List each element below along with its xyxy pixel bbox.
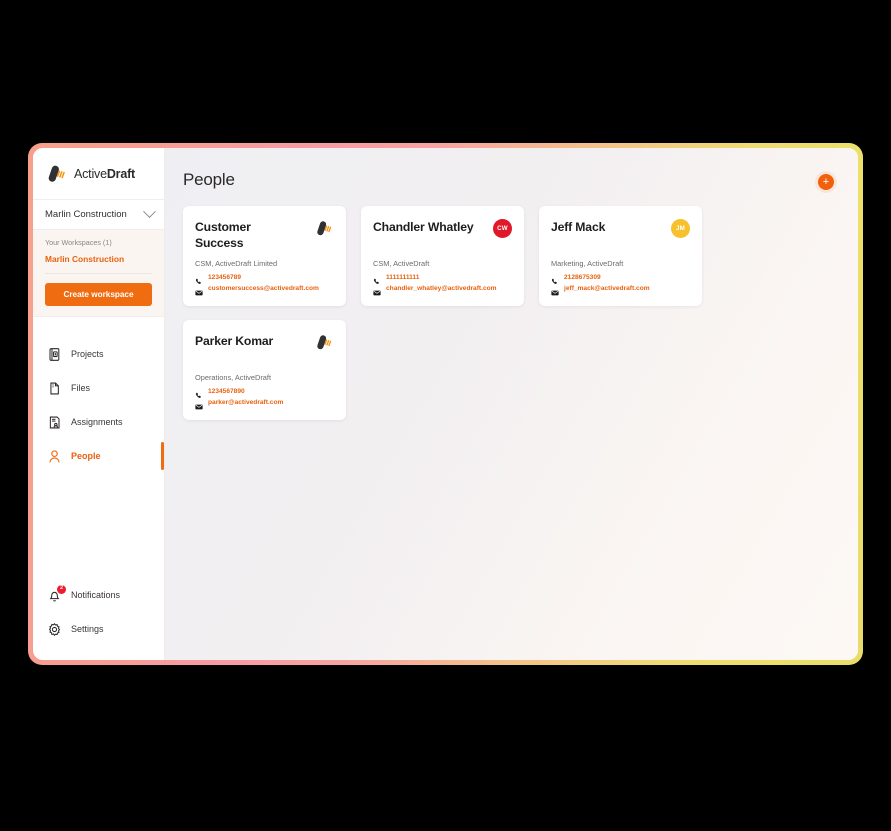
logo-text-bold: Draft (106, 166, 136, 181)
envelope-icon (551, 284, 559, 296)
person-phone-row[interactable]: 1111111111 (373, 273, 512, 284)
person-role: CSM, ActiveDraft Limited (195, 259, 278, 268)
bell-icon: 2 (47, 584, 66, 603)
workspace-selector-value: Marlin Construction (45, 209, 127, 220)
person-email-row[interactable]: customersuccess@activedraft.com (195, 284, 334, 296)
person-email-row[interactable]: parker@activedraft.com (195, 398, 334, 410)
sidebar-item-label: Projects (71, 349, 104, 359)
gear-icon (47, 622, 62, 637)
person-email-row[interactable]: chandler_whatley@activedraft.com (373, 284, 512, 296)
person-role: CSM, ActiveDraft (373, 259, 430, 268)
sidebar: ActiveDraft Marlin Construction Your Wor… (33, 148, 165, 660)
person-name: Customer Success (195, 220, 251, 251)
person-card-header: Customer Success (195, 219, 334, 252)
person-email: jeff_mack@activedraft.com (564, 284, 650, 292)
sidebar-item-people[interactable]: People (33, 439, 164, 473)
avatar-initials-text: CW (497, 225, 508, 232)
sidebar-item-label: Notifications (71, 590, 121, 600)
chevron-down-icon (143, 205, 156, 219)
projects-icon (47, 347, 62, 362)
person-role: Marketing, ActiveDraft (551, 259, 624, 268)
person-name: Jeff Mack (551, 220, 606, 234)
notifications-badge: 2 (57, 584, 66, 594)
page-title: People (183, 170, 235, 189)
phone-icon (195, 273, 203, 284)
sidebar-bottom-nav: 2 Notifications Settings (33, 578, 164, 660)
add-person-button[interactable]: + (818, 174, 834, 190)
divider (45, 273, 152, 274)
assignments-icon (47, 415, 62, 430)
avatar-initials-text: JM (676, 225, 685, 232)
envelope-icon (373, 284, 381, 296)
app-window: ActiveDraft Marlin Construction Your Wor… (33, 148, 858, 660)
files-icon (47, 381, 62, 396)
person-card-header: Parker Komar (195, 333, 334, 366)
envelope-icon (195, 284, 203, 296)
sidebar-item-notifications[interactable]: 2 Notifications (33, 578, 164, 612)
envelope-icon (195, 398, 203, 410)
person-card-header: Chandler Whatley CW (373, 219, 512, 252)
workspaces-panel: Your Workspaces (1) Marlin Construction … (33, 230, 164, 317)
sidebar-item-settings[interactable]: Settings (33, 612, 164, 646)
sidebar-item-files[interactable]: Files (33, 371, 164, 405)
sidebar-item-label: People (71, 451, 101, 461)
person-phone: 1234567890 (208, 387, 245, 395)
person-name: Chandler Whatley (373, 220, 474, 234)
sidebar-item-label: Files (71, 383, 91, 393)
workspace-list-item-marlin[interactable]: Marlin Construction (45, 254, 152, 264)
person-phone-row[interactable]: 123456789 (195, 273, 334, 284)
main-content: People + Customer Success CSM, ActiveDra… (165, 148, 858, 660)
person-avatar-logo (315, 219, 334, 238)
person-phone-row[interactable]: 2128675309 (551, 273, 690, 284)
app-logo[interactable]: ActiveDraft (33, 148, 164, 200)
person-card[interactable]: Jeff Mack JM Marketing, ActiveDraft 2128… (539, 206, 702, 306)
phone-icon (551, 273, 559, 284)
person-card-header: Jeff Mack JM (551, 219, 690, 252)
phone-icon (195, 387, 203, 398)
sidebar-item-projects[interactable]: Projects (33, 337, 164, 371)
person-email: parker@activedraft.com (208, 398, 284, 406)
person-card[interactable]: Chandler Whatley CW CSM, ActiveDraft 111… (361, 206, 524, 306)
activedraft-logo-mark (46, 163, 68, 185)
workspace-selector[interactable]: Marlin Construction (33, 200, 164, 230)
person-card[interactable]: Customer Success CSM, ActiveDraft Limite… (183, 206, 346, 306)
create-workspace-button[interactable]: Create workspace (45, 283, 152, 306)
person-phone: 1111111111 (386, 273, 420, 281)
person-card[interactable]: Parker Komar Operations, ActiveDraft 123… (183, 320, 346, 420)
person-avatar-logo (315, 333, 334, 352)
people-icon (47, 449, 62, 464)
page-header: People + (183, 170, 834, 190)
person-name: Parker Komar (195, 334, 274, 348)
sidebar-item-label: Assignments (71, 417, 123, 427)
sidebar-item-assignments[interactable]: Assignments (33, 405, 164, 439)
workspaces-panel-label: Your Workspaces (1) (45, 238, 112, 247)
sidebar-nav: Projects Files Assignments People (33, 317, 164, 473)
app-window-frame: ActiveDraft Marlin Construction Your Wor… (28, 143, 863, 665)
logo-text-light: Active (74, 166, 107, 181)
phone-icon (373, 273, 381, 284)
person-email: chandler_whatley@activedraft.com (386, 284, 497, 292)
person-phone: 123456789 (208, 273, 242, 281)
person-email: customersuccess@activedraft.com (208, 284, 319, 292)
people-grid: Customer Success CSM, ActiveDraft Limite… (183, 206, 834, 420)
person-role: Operations, ActiveDraft (195, 373, 271, 382)
person-avatar-initials: CW (493, 219, 512, 238)
app-logo-text: ActiveDraft (74, 167, 135, 181)
person-avatar-initials: JM (671, 219, 690, 238)
sidebar-item-label: Settings (71, 624, 104, 634)
person-phone-row[interactable]: 1234567890 (195, 387, 334, 398)
person-phone: 2128675309 (564, 273, 601, 281)
person-email-row[interactable]: jeff_mack@activedraft.com (551, 284, 690, 296)
